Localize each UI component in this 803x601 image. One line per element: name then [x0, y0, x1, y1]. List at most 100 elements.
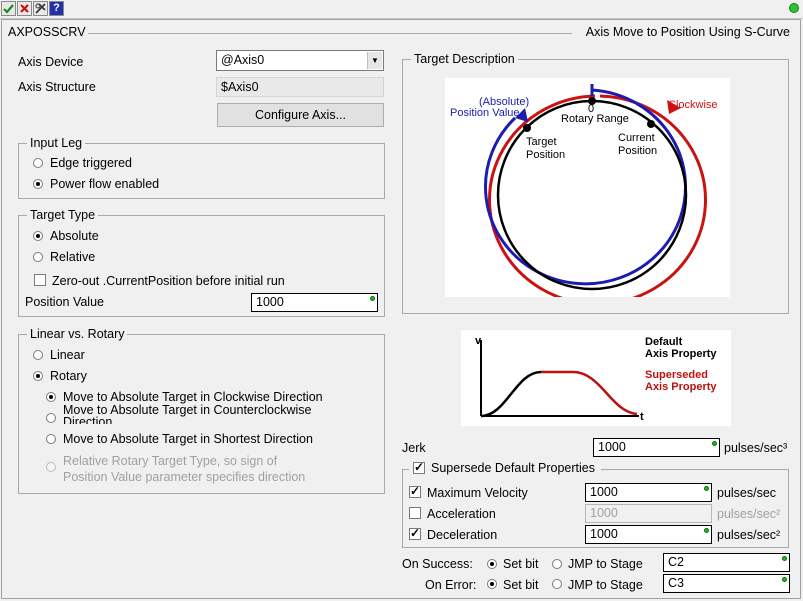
- relative-label[interactable]: Relative: [50, 250, 95, 264]
- on-success-set-bit-radio[interactable]: [487, 559, 497, 569]
- status-dot-icon: [782, 556, 787, 561]
- rotary-target-diagram: (Absolute) Position Value Clockwise 0 Ro…: [445, 78, 730, 297]
- axis-device-label: Axis Device: [18, 55, 84, 69]
- position-value-input[interactable]: 1000: [251, 293, 378, 312]
- jerk-value: 1000: [598, 440, 626, 454]
- target-description-title: Target Description: [411, 52, 518, 66]
- position-value-label: Position Value: [25, 295, 104, 309]
- target-type-title: Target Type: [27, 208, 99, 222]
- zero-out-checkbox[interactable]: [34, 274, 46, 286]
- target-text-2: Position: [526, 149, 565, 161]
- linear-label[interactable]: Linear: [50, 348, 85, 362]
- status-indicator-icon: [789, 3, 799, 13]
- supersede-label[interactable]: Supersede Default Properties: [431, 461, 595, 475]
- instruction-name: AXPOSSCRV: [8, 25, 86, 39]
- max-velocity-input[interactable]: 1000: [585, 483, 712, 502]
- superseded-legend-1: Superseded: [645, 369, 708, 381]
- help-icon[interactable]: ?: [49, 1, 64, 16]
- power-flow-label[interactable]: Power flow enabled: [50, 177, 159, 191]
- counterclockwise-direction-label[interactable]: Move to Absolute Target in Counterclockw…: [63, 404, 343, 424]
- jerk-unit: pulses/sec³: [724, 441, 788, 455]
- max-velocity-label[interactable]: Maximum Velocity: [427, 486, 528, 500]
- zero-out-label[interactable]: Zero-out .CurrentPosition before initial…: [52, 274, 285, 288]
- max-velocity-value: 1000: [590, 485, 618, 499]
- axis-structure-label: Axis Structure: [18, 80, 96, 94]
- configure-axis-button[interactable]: Configure Axis...: [217, 103, 384, 127]
- acceleration-label[interactable]: Acceleration: [427, 507, 496, 521]
- on-error-set-bit-radio[interactable]: [487, 579, 497, 589]
- acceleration-unit: pulses/sec²: [717, 507, 781, 521]
- relative-rotary-radio[interactable]: [46, 462, 56, 472]
- relative-radio[interactable]: [33, 252, 43, 262]
- on-success-set-bit-label[interactable]: Set bit: [503, 557, 538, 571]
- toolbar: ?: [0, 0, 803, 19]
- check-icon[interactable]: [1, 1, 16, 16]
- v-axis-label: v: [475, 335, 482, 347]
- on-error-jmp-label[interactable]: JMP to Stage: [568, 578, 643, 592]
- target-text-1: Target: [526, 136, 557, 148]
- on-success-input[interactable]: C2: [663, 553, 790, 572]
- max-velocity-checkbox[interactable]: [409, 484, 421, 498]
- rotary-radio[interactable]: [33, 371, 43, 381]
- linear-radio[interactable]: [33, 350, 43, 360]
- acceleration-value: 1000: [590, 506, 618, 520]
- on-success-jmp-label[interactable]: JMP to Stage: [568, 557, 643, 571]
- axis-structure-field: $Axis0: [216, 77, 384, 97]
- deceleration-unit: pulses/sec²: [717, 528, 781, 542]
- position-value-text: 1000: [256, 295, 284, 309]
- axis-device-select[interactable]: @Axis0 ▼: [216, 50, 384, 71]
- motion-profile-diagram: v t Default Axis Property Superseded Axi…: [461, 330, 731, 426]
- status-dot-icon: [712, 441, 717, 446]
- header-divider: [88, 33, 572, 34]
- on-error-jmp-radio[interactable]: [552, 579, 562, 589]
- instruction-description: Axis Move to Position Using S-Curve: [585, 25, 790, 39]
- rotary-range-text: Rotary Range: [561, 113, 629, 125]
- power-flow-radio[interactable]: [33, 179, 43, 189]
- on-error-set-bit-label[interactable]: Set bit: [503, 578, 538, 592]
- target-position-point: [523, 124, 531, 132]
- deceleration-input[interactable]: 1000: [585, 525, 712, 544]
- shortest-direction-radio[interactable]: [46, 434, 56, 444]
- edge-triggered-radio[interactable]: [33, 158, 43, 168]
- shortest-direction-label[interactable]: Move to Absolute Target in Shortest Dire…: [63, 432, 313, 446]
- current-text-2: Position: [618, 145, 657, 157]
- on-success-label: On Success:: [402, 557, 473, 571]
- current-text-1: Current: [618, 132, 655, 144]
- current-position-point: [647, 120, 655, 128]
- status-dot-icon: [370, 296, 375, 301]
- relative-rotary-label-2: Position Value parameter specifies direc…: [63, 470, 306, 484]
- options-icon[interactable]: [33, 1, 48, 16]
- supersede-checkbox[interactable]: [413, 460, 425, 474]
- clockwise-direction-radio[interactable]: [46, 392, 56, 402]
- clockwise-direction-label[interactable]: Move to Absolute Target in Clockwise Dir…: [63, 390, 323, 404]
- on-error-label: On Error:: [425, 578, 477, 592]
- t-axis-label: t: [640, 411, 644, 423]
- deceleration-value: 1000: [590, 527, 618, 541]
- on-success-value: C2: [668, 555, 684, 569]
- deceleration-label[interactable]: Deceleration: [427, 528, 497, 542]
- chevron-down-icon[interactable]: ▼: [367, 52, 382, 69]
- counterclockwise-direction-radio[interactable]: [46, 413, 56, 423]
- status-dot-icon: [704, 486, 709, 491]
- rotary-label[interactable]: Rotary: [50, 369, 87, 383]
- absolute-radio[interactable]: [33, 231, 43, 241]
- on-error-value: C3: [668, 576, 684, 590]
- on-success-jmp-radio[interactable]: [552, 559, 562, 569]
- superseded-legend-2: Axis Property: [645, 381, 717, 393]
- axis-device-value: @Axis0: [221, 53, 265, 67]
- default-legend-2: Axis Property: [645, 348, 717, 360]
- deceleration-checkbox[interactable]: [409, 526, 421, 540]
- edge-triggered-label[interactable]: Edge triggered: [50, 156, 132, 170]
- acceleration-checkbox[interactable]: [409, 507, 421, 519]
- status-dot-icon: [704, 528, 709, 533]
- linear-rotary-title: Linear vs. Rotary: [27, 327, 128, 341]
- cancel-icon[interactable]: [17, 1, 32, 16]
- on-error-input[interactable]: C3: [663, 574, 790, 593]
- absolute-text-2: Position Value: [450, 107, 520, 119]
- max-velocity-unit: pulses/sec: [717, 486, 777, 500]
- jerk-input[interactable]: 1000: [593, 438, 720, 457]
- absolute-label[interactable]: Absolute: [50, 229, 99, 243]
- jerk-label: Jerk: [402, 441, 426, 455]
- input-leg-title: Input Leg: [27, 136, 86, 150]
- status-dot-icon: [782, 577, 787, 582]
